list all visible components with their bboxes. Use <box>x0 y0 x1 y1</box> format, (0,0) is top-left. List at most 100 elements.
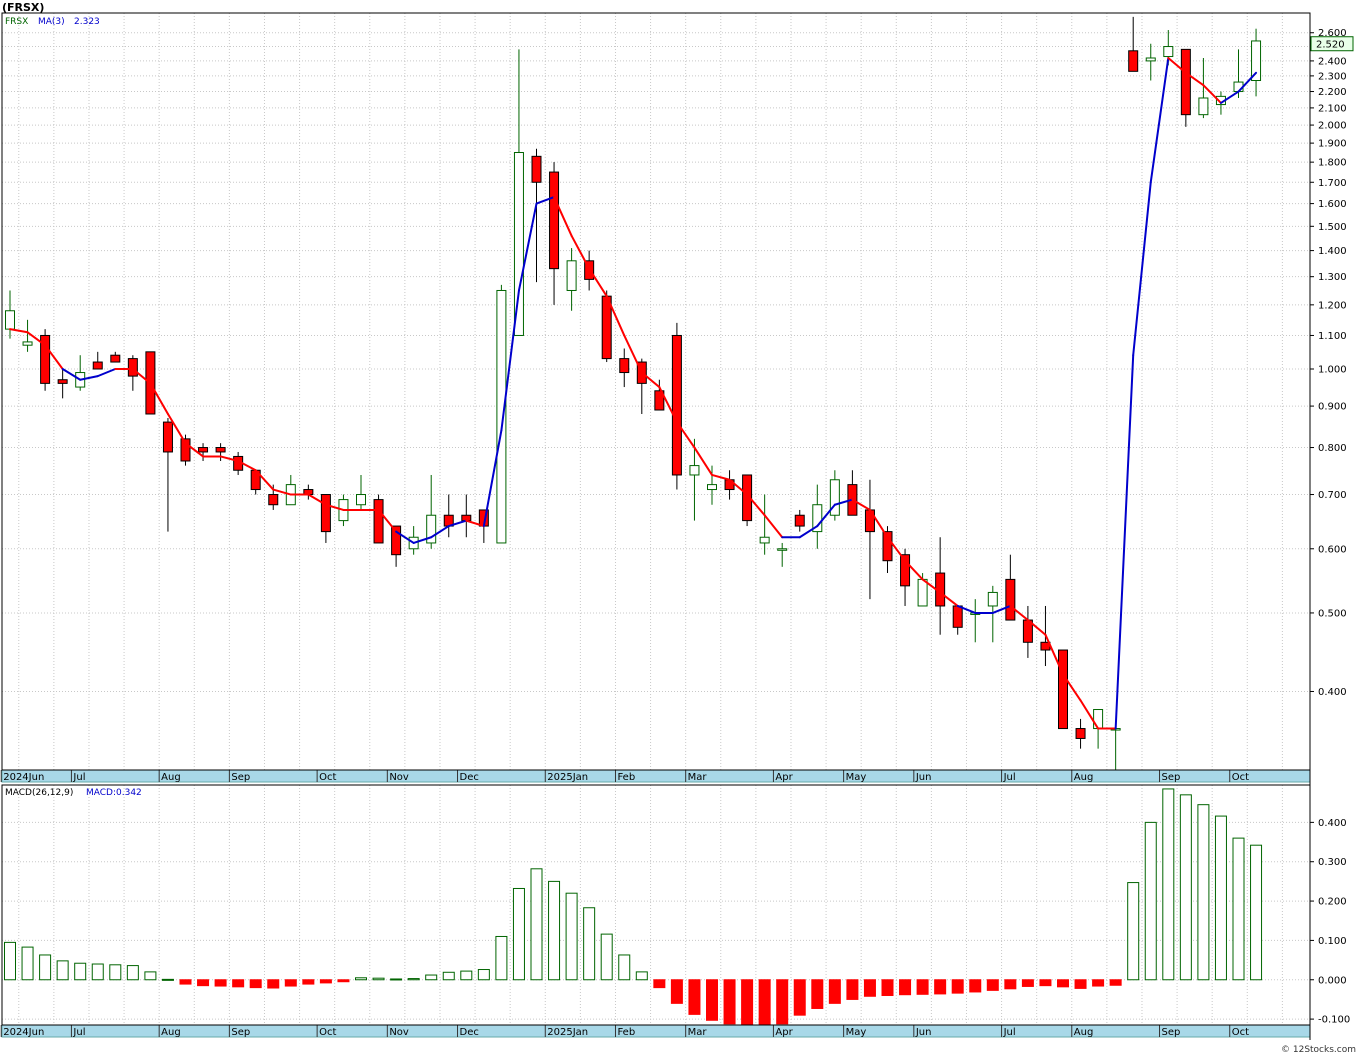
price-axis-label: 1.500 <box>1318 222 1347 233</box>
candle-body <box>198 447 209 453</box>
macd-bar <box>723 979 736 1025</box>
price-axis-label: 0.900 <box>1318 402 1347 413</box>
candle-body <box>92 361 103 370</box>
watermark: © 12Stocks.com <box>1281 1045 1356 1055</box>
candle-body <box>917 578 928 607</box>
last-price-label: 2.520 <box>1316 40 1345 51</box>
macd-bar <box>355 977 367 981</box>
macd-bar <box>91 963 104 981</box>
candle-body <box>759 536 770 544</box>
month-label: Feb <box>617 1027 635 1038</box>
macd-bar <box>56 960 69 981</box>
macd-bar <box>1232 837 1245 981</box>
price-axis-label: 0.400 <box>1318 687 1347 698</box>
macd-axis-label: 0.300 <box>1318 857 1347 868</box>
price-axis-label: 2.400 <box>1318 56 1347 67</box>
candle-body <box>1058 649 1068 730</box>
candle-body <box>707 484 717 491</box>
month-label: Nov <box>389 1027 409 1038</box>
candle-body <box>549 171 560 270</box>
macd-bar <box>1179 794 1192 981</box>
candle-body <box>987 591 998 607</box>
macd-bar <box>1127 882 1140 981</box>
macd-bar <box>1250 844 1263 981</box>
chart-ticker: (FRSX) <box>2 1 44 14</box>
macd-bar <box>916 979 929 995</box>
macd-bar <box>477 969 490 981</box>
price-axis-label: 1.700 <box>1318 178 1347 189</box>
candle-body <box>1145 57 1156 62</box>
macd-axis-label: -0.100 <box>1318 1015 1350 1026</box>
macd-bar <box>1144 821 1157 981</box>
macd-bar <box>899 979 912 996</box>
macd-bar <box>495 935 508 981</box>
month-label: Jul <box>72 1027 85 1038</box>
price-legend-symbol: FRSX <box>5 17 28 27</box>
macd-bar <box>530 868 543 981</box>
month-label: Feb <box>617 772 635 783</box>
month-label: Jul <box>1003 772 1016 783</box>
month-label: Aug <box>161 1027 181 1038</box>
candle-body <box>5 310 15 330</box>
macd-bar <box>811 979 824 1009</box>
macd-bar <box>302 979 315 985</box>
macd-bar <box>793 979 806 1016</box>
macd-bar <box>21 946 34 981</box>
month-label: Oct <box>1232 1027 1249 1038</box>
price-axis-label: 1.200 <box>1318 300 1347 311</box>
macd-axis-label: 0.400 <box>1318 818 1347 829</box>
month-label: Sep <box>231 1027 250 1038</box>
candle-body <box>127 358 138 377</box>
price-axis-label: 0.500 <box>1318 608 1347 619</box>
month-label: Apr <box>775 772 793 783</box>
month-label: Aug <box>1074 772 1094 783</box>
month-label: Sep <box>1162 1027 1181 1038</box>
chart-root: (FRSX) FRSX MA(3) 2.323 MACD(26,12,9) MA… <box>0 0 1360 1056</box>
price-axis-label: 2.100 <box>1318 103 1347 114</box>
price-axis-label: 0.800 <box>1318 443 1347 454</box>
month-label: Apr <box>775 1027 793 1038</box>
macd-bar <box>1039 979 1052 987</box>
macd-bar <box>390 978 403 981</box>
macd-axis-label: 0.200 <box>1318 897 1347 908</box>
macd-bar <box>337 979 350 983</box>
macd-bar <box>934 979 947 995</box>
candle-body <box>1075 728 1086 739</box>
macd-bar <box>232 979 245 988</box>
macd-bar <box>565 892 578 981</box>
price-axis-label: 1.900 <box>1318 139 1347 150</box>
month-label: Dec <box>460 772 479 783</box>
candle-body <box>566 260 577 291</box>
candle-body <box>57 379 68 384</box>
macd-bar <box>1092 979 1105 987</box>
candle-body <box>22 341 33 346</box>
macd-bar <box>1074 979 1087 989</box>
month-label: May <box>846 1027 867 1038</box>
month-label: Jun <box>915 1027 932 1038</box>
macd-bar <box>1109 979 1122 986</box>
macd-bar <box>706 979 718 1021</box>
candle-body <box>1180 48 1191 116</box>
candle-body <box>162 421 173 453</box>
macd-bar <box>951 979 964 994</box>
macd-axis-label: 0.100 <box>1318 936 1347 947</box>
macd-bar <box>425 974 438 981</box>
month-label: 2025Jan <box>547 772 588 783</box>
macd-bar <box>407 978 420 981</box>
price-legend-ma-value: 2.323 <box>74 17 100 27</box>
month-label: Dec <box>460 1027 479 1038</box>
price-axis-label: 2.000 <box>1318 121 1347 132</box>
macd-bar <box>1004 979 1017 990</box>
macd-bar <box>442 971 455 981</box>
month-label: Sep <box>1162 772 1181 783</box>
macd-legend-value: MACD:0.342 <box>86 788 142 798</box>
price-axis-label: 1.400 <box>1318 246 1347 257</box>
macd-bar <box>618 954 631 981</box>
price-axis-label: 2.200 <box>1318 87 1347 98</box>
month-label: Jul <box>72 772 85 783</box>
candle-body <box>268 494 279 506</box>
price-axis-label: 2.300 <box>1318 71 1347 82</box>
month-label: Mar <box>688 772 708 783</box>
macd-bar <box>1162 788 1175 981</box>
macd-bar <box>319 979 332 984</box>
